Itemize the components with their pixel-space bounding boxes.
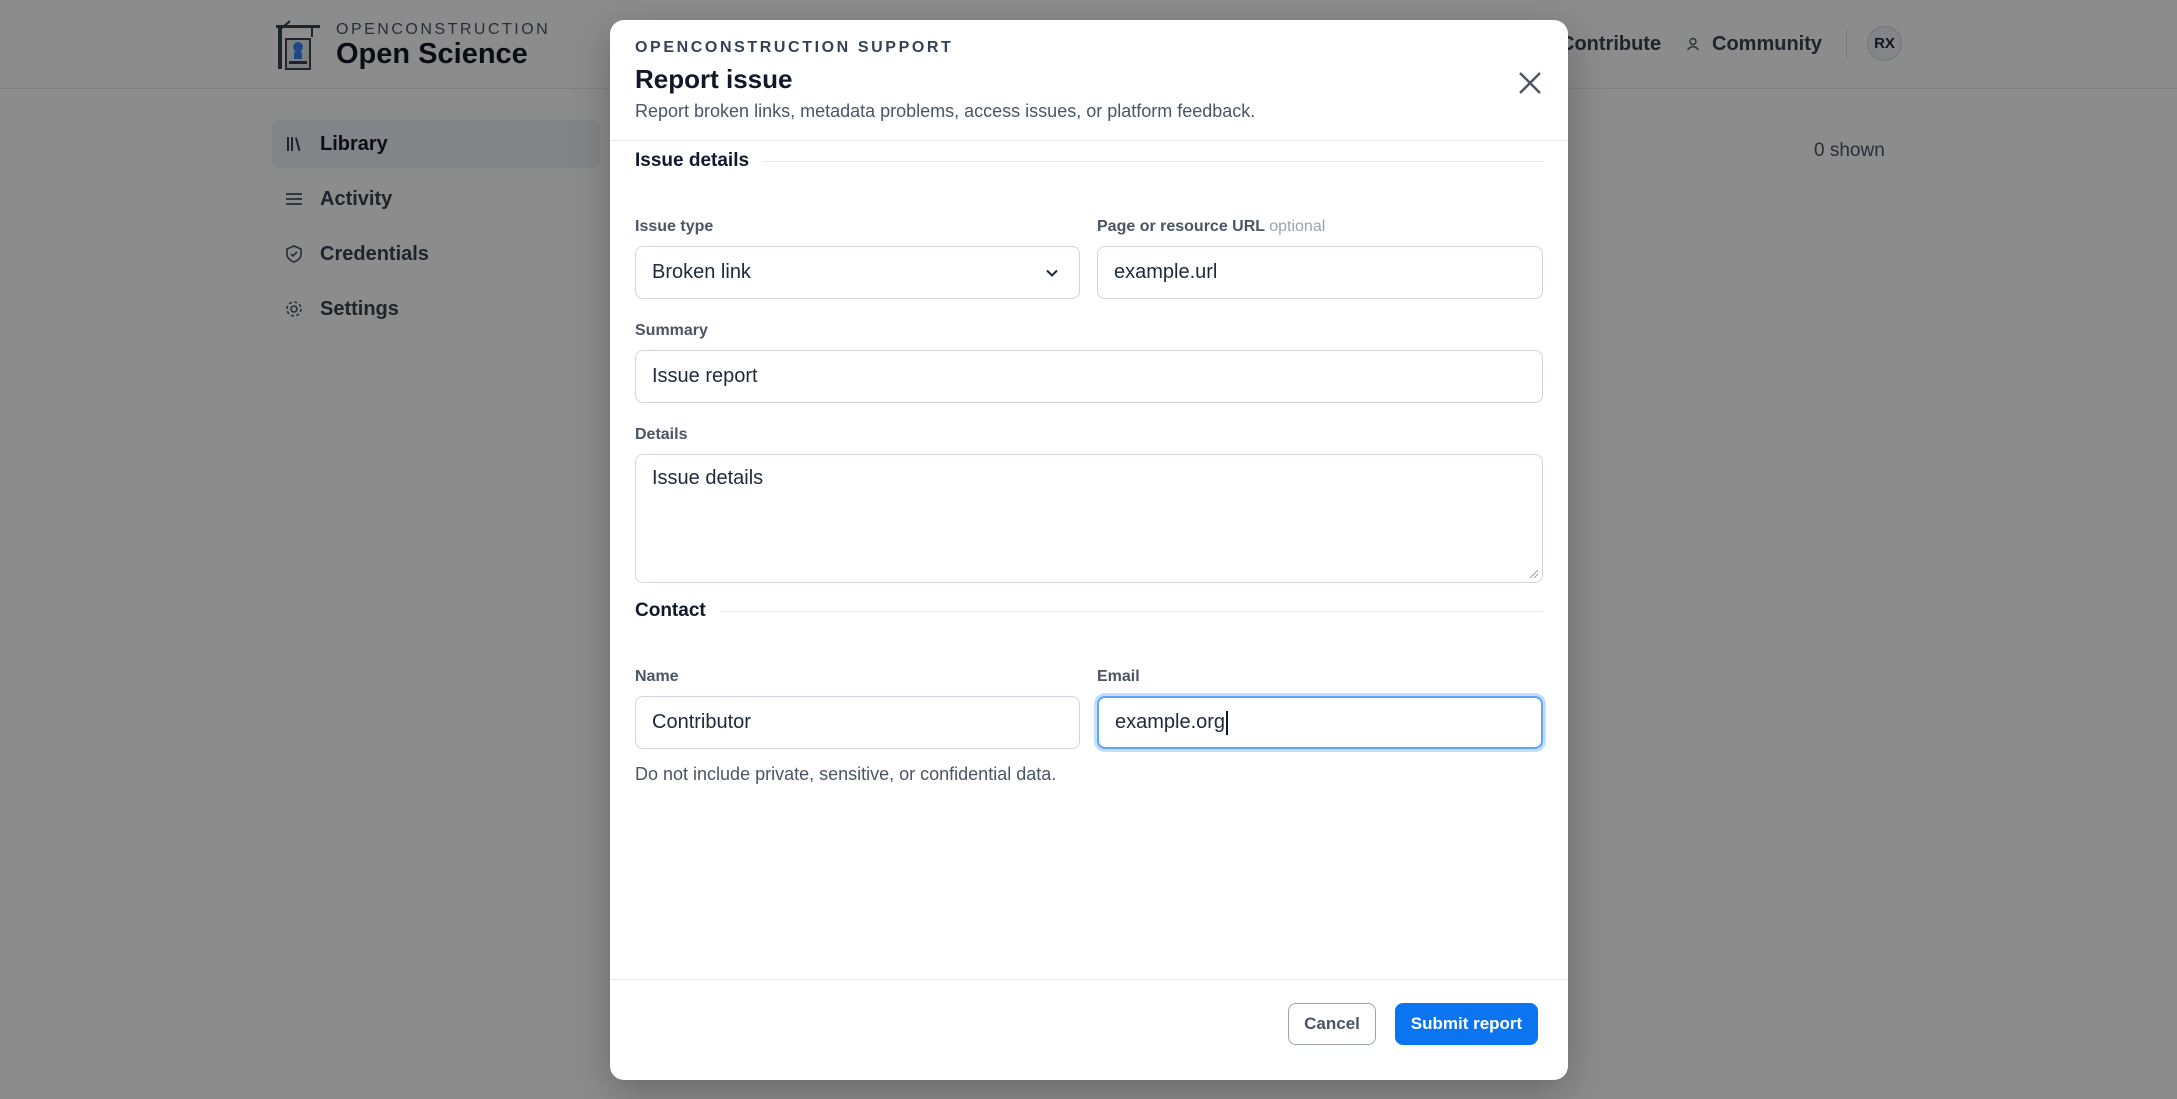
email-value: example.org (1115, 711, 1226, 733)
section-heading: Issue details (635, 150, 750, 171)
name-value: Contributor (652, 711, 751, 733)
page-url-label-text: Page or resource URL (1097, 218, 1265, 235)
name-input[interactable]: Contributor (635, 696, 1080, 749)
section-divider (763, 160, 1543, 162)
details-value: Issue details (652, 467, 764, 489)
page-url-label: Page or resource URL optional (1097, 218, 1325, 236)
issue-type-value: Broken link (652, 261, 751, 283)
email-input[interactable]: example.org (1097, 696, 1543, 749)
text-caret (1226, 710, 1229, 735)
summary-input[interactable]: Issue report (635, 350, 1543, 403)
page-url-value: example.url (1114, 261, 1218, 283)
email-label: Email (1097, 668, 1140, 685)
summary-label: Summary (635, 322, 708, 339)
optional-tag: optional (1269, 218, 1326, 235)
chevron-down-icon (1046, 269, 1058, 277)
dialog-title: Report issue (635, 64, 793, 94)
summary-value: Issue report (652, 365, 758, 387)
page-url-input[interactable]: example.url (1097, 246, 1543, 299)
section-divider (719, 610, 1543, 612)
section-contact: Contact (635, 600, 1543, 622)
report-issue-dialog: OPENCONSTRUCTION SUPPORT Report issue Re… (610, 20, 1568, 1080)
name-label: Name (635, 668, 679, 685)
dialog-kicker: OPENCONSTRUCTION SUPPORT (635, 39, 954, 56)
close-icon (1519, 72, 1541, 94)
issue-type-select[interactable]: Broken link (635, 246, 1080, 299)
resize-handle-icon[interactable] (1529, 569, 1539, 579)
dialog-footer: Cancel Submit report (610, 979, 1568, 1080)
section-heading: Contact (635, 600, 706, 621)
dialog-subtitle: Report broken links, metadata problems, … (635, 101, 1256, 121)
issue-type-label: Issue type (635, 218, 714, 235)
details-textarea[interactable]: Issue details (635, 454, 1543, 583)
close-button[interactable] (1512, 65, 1548, 101)
cancel-button[interactable]: Cancel (1288, 1003, 1376, 1045)
section-issue-details: Issue details (635, 150, 1543, 172)
details-label: Details (635, 426, 688, 443)
submit-report-button[interactable]: Submit report (1395, 1003, 1538, 1045)
privacy-hint: Do not include private, sensitive, or co… (635, 764, 1057, 784)
dialog-header: OPENCONSTRUCTION SUPPORT Report issue Re… (610, 20, 1568, 141)
